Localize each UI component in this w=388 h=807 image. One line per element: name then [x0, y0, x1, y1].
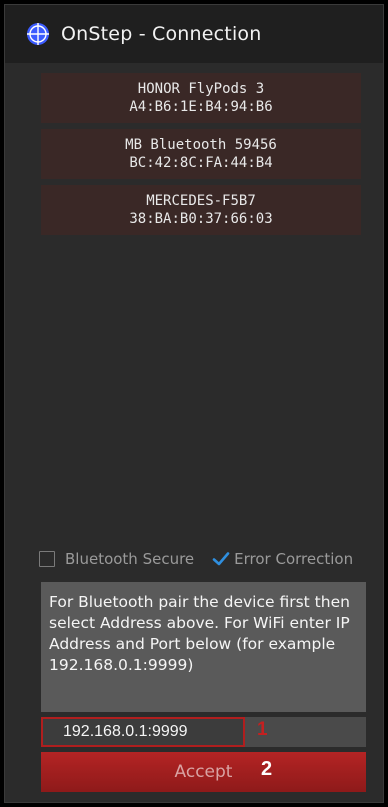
connection-window: OnStep - Connection HONOR FlyPods 3 A4:B…	[4, 4, 384, 803]
ip-address-input[interactable]	[41, 717, 245, 747]
device-name: MERCEDES-F5B7	[146, 193, 256, 209]
error-correction-checkbox[interactable]	[212, 550, 230, 568]
crosshair-circle-icon	[27, 23, 49, 45]
bluetooth-secure-checkbox[interactable]	[39, 551, 55, 567]
annotation-marker-2: 2	[261, 758, 273, 780]
device-address: 38:BA:B0:37:66:03	[129, 211, 273, 227]
device-item[interactable]: HONOR FlyPods 3 A4:B6:1E:B4:94:B6	[41, 73, 361, 123]
device-name: MB Bluetooth 59456	[125, 137, 277, 153]
device-item[interactable]: MB Bluetooth 59456 BC:42:8C:FA:44:B4	[41, 129, 361, 179]
device-item[interactable]: MERCEDES-F5B7 38:BA:B0:37:66:03	[41, 185, 361, 235]
device-name: HONOR FlyPods 3	[137, 81, 265, 97]
ip-address-row: 1	[41, 717, 366, 747]
device-list: HONOR FlyPods 3 A4:B6:1E:B4:94:B6 MB Blu…	[41, 73, 361, 241]
window-title: OnStep - Connection	[61, 23, 262, 45]
device-address: BC:42:8C:FA:44:B4	[129, 155, 273, 171]
instructions-text: For Bluetooth pair the device first then…	[41, 582, 366, 712]
connection-options: Bluetooth Secure Error Correction	[39, 546, 379, 572]
checkmark-icon	[212, 552, 230, 566]
title-bar: OnStep - Connection	[5, 5, 383, 63]
bluetooth-secure-label: Bluetooth Secure	[65, 550, 195, 568]
accept-button-label: Accept	[174, 762, 233, 782]
device-address: A4:B6:1E:B4:94:B6	[129, 99, 273, 115]
accept-button[interactable]: Accept 2	[41, 752, 366, 792]
annotation-marker-1: 1	[257, 719, 268, 740]
error-correction-label: Error Correction	[234, 550, 354, 568]
